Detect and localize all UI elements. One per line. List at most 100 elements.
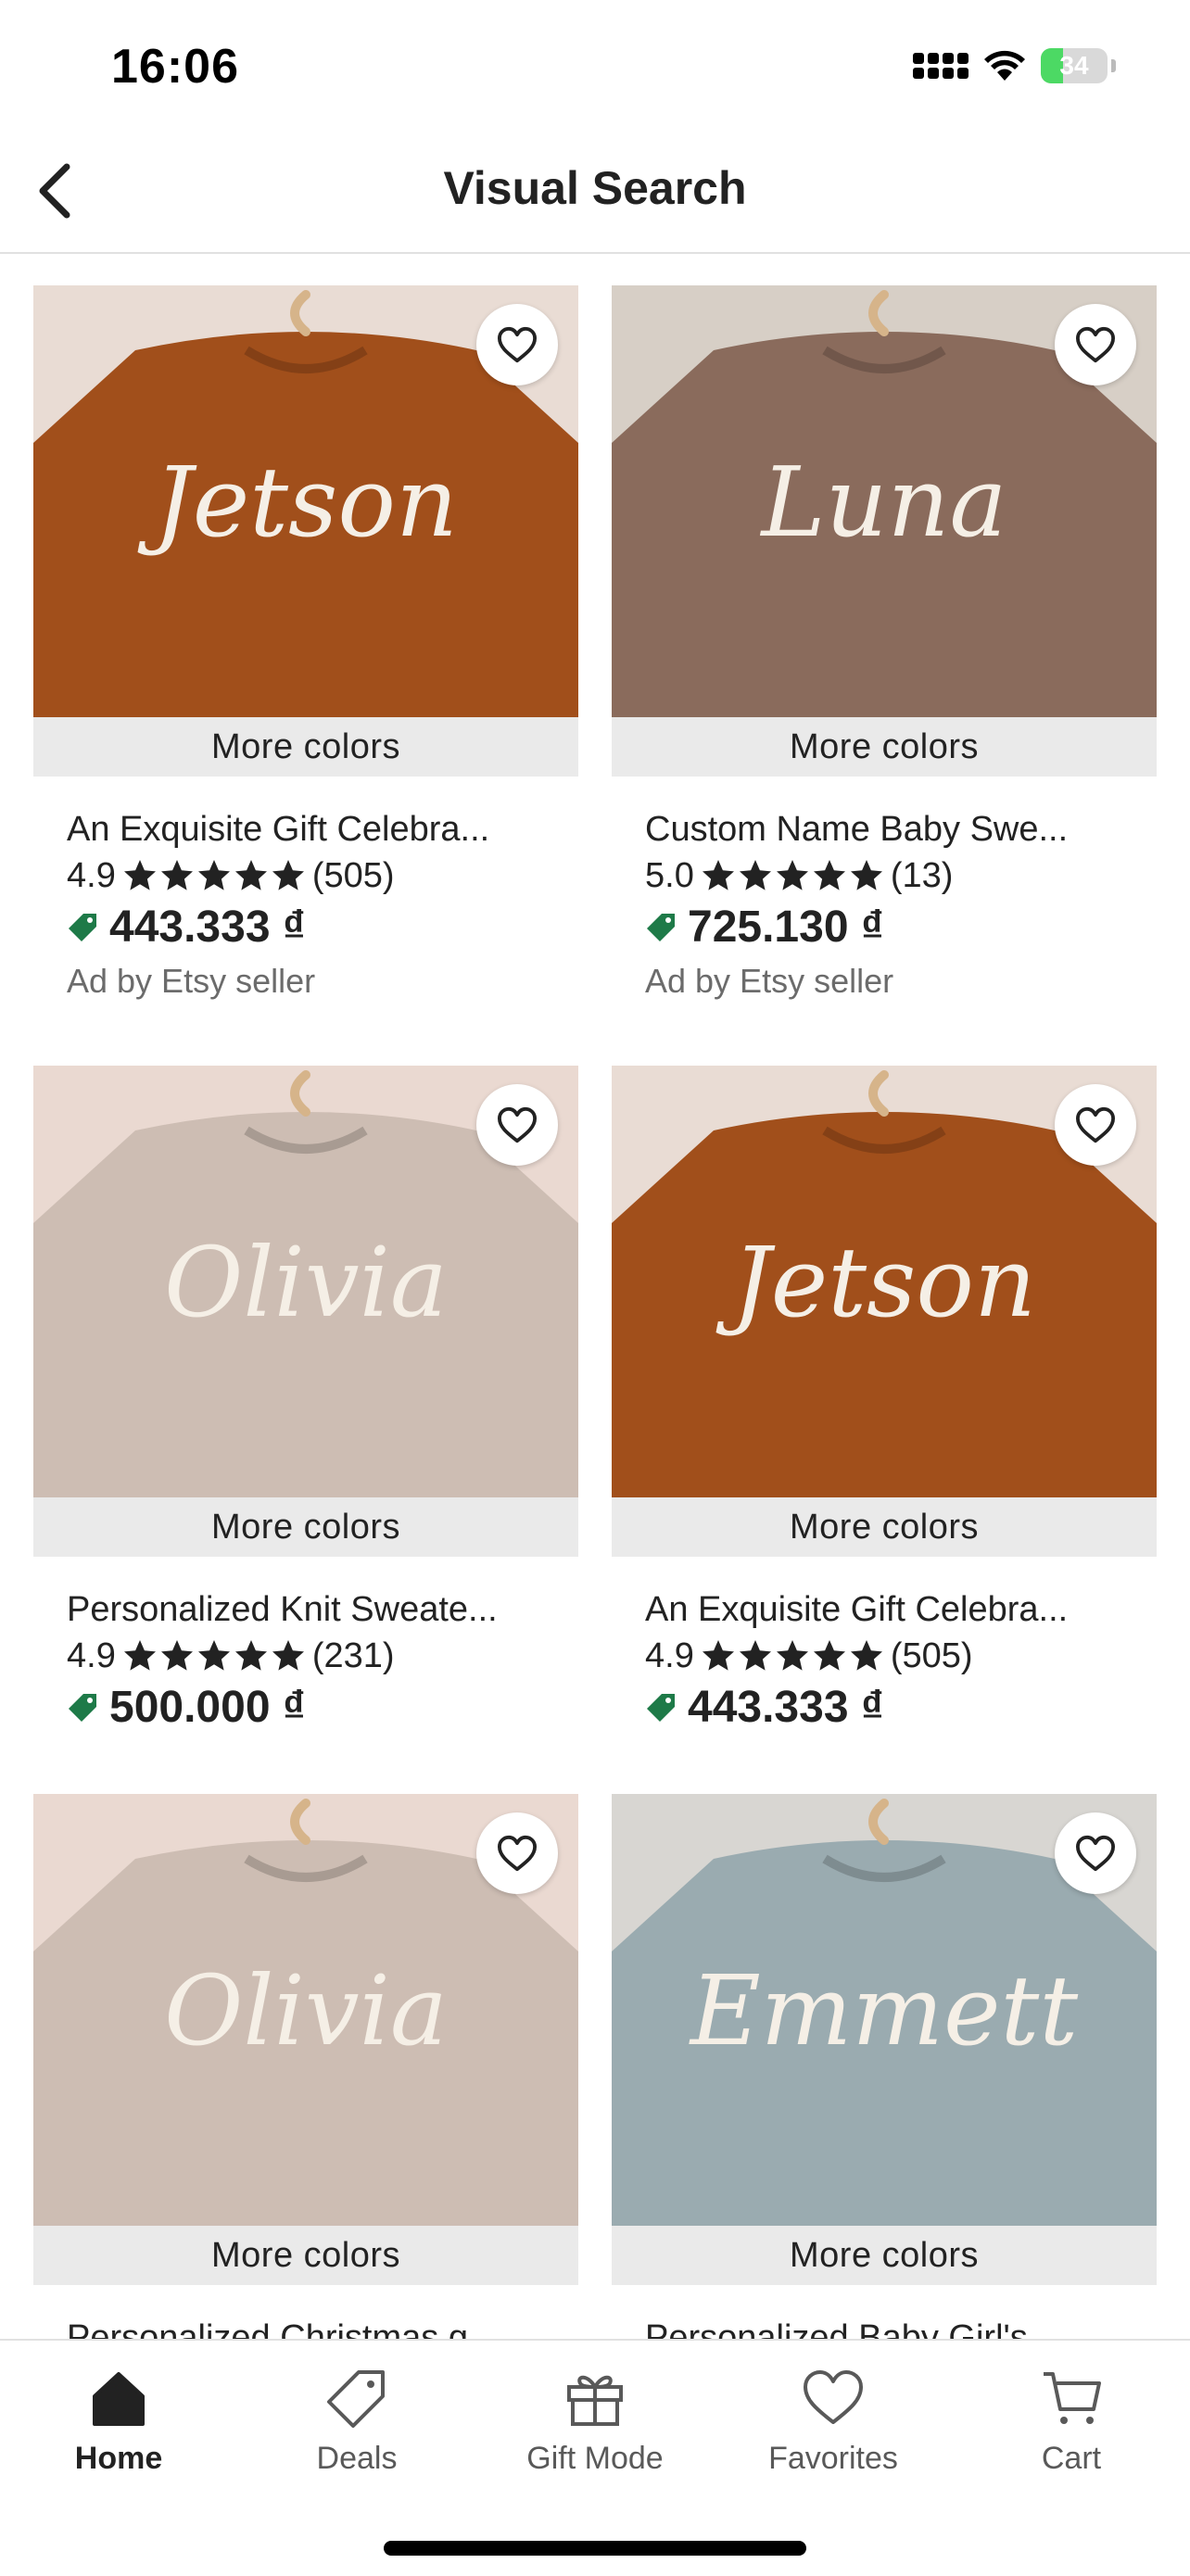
gift-icon bbox=[567, 2375, 623, 2426]
product-rating: 4.9 (505) bbox=[645, 1633, 1157, 1679]
svg-text:Olivia: Olivia bbox=[164, 1226, 448, 1339]
product-image[interactable]: Olivia bbox=[33, 1794, 578, 2226]
review-count: (505) bbox=[890, 1636, 973, 1675]
nav-item-cart[interactable]: Cart bbox=[969, 2365, 1173, 2477]
product-card[interactable]: Olivia More colors Personalized Christma… bbox=[33, 1794, 578, 2361]
nav-label-gift-mode: Gift Mode bbox=[526, 2441, 664, 2476]
more-colors-label[interactable]: More colors bbox=[33, 1497, 578, 1557]
price-tag-icon bbox=[69, 914, 96, 941]
star-icon bbox=[123, 860, 156, 890]
svg-text:Luna: Luna bbox=[759, 446, 1006, 559]
favorite-button[interactable] bbox=[1055, 1084, 1136, 1166]
price-tag-icon bbox=[647, 1694, 675, 1722]
heart-icon bbox=[804, 2370, 863, 2424]
product-image[interactable]: Luna bbox=[612, 285, 1157, 717]
nav-item-favorites[interactable]: Favorites bbox=[731, 2365, 935, 2477]
rating-value: 5.0 bbox=[645, 856, 694, 895]
svg-text:Emmett: Emmett bbox=[689, 1954, 1078, 2067]
star-icon bbox=[702, 860, 734, 890]
star-icon bbox=[160, 860, 193, 890]
product-rating: 4.9 (505) bbox=[67, 852, 578, 899]
product-info: An Exquisite Gift Celebra... 4.9 (505) 4… bbox=[33, 777, 578, 1006]
favorite-button[interactable] bbox=[476, 1084, 558, 1166]
product-image[interactable]: Emmett bbox=[612, 1794, 1157, 2226]
product-title[interactable]: An Exquisite Gift Celebra... bbox=[67, 806, 576, 852]
product-title[interactable]: An Exquisite Gift Celebra... bbox=[645, 1586, 1155, 1633]
review-count: (13) bbox=[890, 856, 954, 895]
favorite-button[interactable] bbox=[1055, 1812, 1136, 1894]
more-colors-label[interactable]: More colors bbox=[612, 2226, 1157, 2285]
product-card[interactable]: Jetson More colors An Exquisite Gift Cel… bbox=[612, 1066, 1157, 1736]
star-icon bbox=[776, 860, 808, 890]
tag-icon bbox=[327, 2370, 385, 2428]
star-icon bbox=[702, 1640, 734, 1671]
product-info: An Exquisite Gift Celebra... 4.9 (505) 4… bbox=[612, 1557, 1157, 1736]
header: Visual Search bbox=[0, 130, 1190, 254]
cellular-signal-icon bbox=[913, 53, 968, 79]
product-card[interactable]: Emmett More colors Personalized Baby Gir… bbox=[612, 1794, 1157, 2361]
product-card[interactable]: Olivia More colors Personalized Knit Swe… bbox=[33, 1066, 578, 1736]
product-card[interactable]: Luna More colors Custom Name Baby Swe...… bbox=[612, 285, 1157, 1006]
svg-text:Jetson: Jetson bbox=[137, 446, 458, 559]
star-icon bbox=[776, 1640, 808, 1671]
product-price: 443.333 ₫ bbox=[67, 899, 578, 956]
price-value: 443.333 ₫ bbox=[109, 903, 306, 952]
nav-item-deals[interactable]: Deals bbox=[255, 2365, 459, 2477]
star-icon bbox=[850, 860, 882, 890]
ad-label: Ad by Etsy seller bbox=[67, 962, 316, 1000]
heart-icon bbox=[1075, 326, 1115, 363]
star-icon bbox=[739, 860, 771, 890]
review-count: (231) bbox=[311, 1636, 395, 1675]
heart-icon bbox=[1075, 1106, 1115, 1143]
svg-text:Jetson: Jetson bbox=[715, 1226, 1036, 1339]
more-colors-label[interactable]: More colors bbox=[33, 2226, 578, 2285]
more-colors-label[interactable]: More colors bbox=[612, 1497, 1157, 1557]
nav-label-favorites: Favorites bbox=[768, 2441, 898, 2476]
product-image[interactable]: Jetson bbox=[612, 1066, 1157, 1497]
home-indicator bbox=[384, 2541, 806, 2556]
favorite-button[interactable] bbox=[476, 1812, 558, 1894]
star-icon bbox=[197, 860, 230, 890]
battery-label: 34 bbox=[1059, 51, 1089, 80]
price-value: 500.000 ₫ bbox=[109, 1683, 306, 1732]
nav-item-gift-mode[interactable]: Gift Mode bbox=[493, 2365, 697, 2477]
wifi-icon bbox=[984, 50, 1025, 81]
star-icon bbox=[160, 1640, 193, 1671]
battery-tip bbox=[1111, 59, 1116, 72]
product-info: Personalized Knit Sweate... 4.9 (231) 50… bbox=[33, 1557, 578, 1736]
star-icon bbox=[850, 1640, 882, 1671]
product-rating: 4.9 (231) bbox=[67, 1633, 578, 1679]
favorite-button[interactable] bbox=[1055, 304, 1136, 385]
star-icon bbox=[234, 1640, 267, 1671]
nav-item-home[interactable]: Home bbox=[17, 2365, 221, 2477]
product-price: 500.000 ₫ bbox=[67, 1679, 578, 1736]
product-image[interactable]: Jetson bbox=[33, 285, 578, 717]
rating-stars bbox=[121, 1637, 307, 1674]
star-icon bbox=[234, 860, 267, 890]
more-colors-label[interactable]: More colors bbox=[33, 717, 578, 777]
product-card[interactable]: Jetson More colors An Exquisite Gift Cel… bbox=[33, 285, 578, 1006]
battery-icon: 34 bbox=[1041, 48, 1108, 83]
product-title[interactable]: Custom Name Baby Swe... bbox=[645, 806, 1155, 852]
more-colors-label[interactable]: More colors bbox=[612, 717, 1157, 777]
review-count: (505) bbox=[311, 856, 395, 895]
bottom-nav: Home Deals Gift Mode Favorites Cart bbox=[0, 2339, 1190, 2576]
star-icon bbox=[739, 1640, 771, 1671]
heart-icon bbox=[498, 1106, 537, 1143]
home-icon bbox=[93, 2372, 145, 2426]
star-icon bbox=[272, 1640, 304, 1671]
product-image[interactable]: Olivia bbox=[33, 1066, 578, 1497]
status-bar: 16:06 34 bbox=[0, 0, 1190, 130]
cart-icon bbox=[1044, 2372, 1101, 2424]
status-icons: 34 bbox=[913, 48, 1116, 83]
heart-icon bbox=[498, 326, 537, 363]
ad-label: Ad by Etsy seller bbox=[645, 962, 894, 1000]
price-tag-icon bbox=[69, 1694, 96, 1722]
rating-value: 4.9 bbox=[67, 1636, 116, 1675]
nav-label-cart: Cart bbox=[1041, 2441, 1102, 2476]
star-icon bbox=[813, 860, 845, 890]
heart-icon bbox=[498, 1835, 537, 1872]
product-title[interactable]: Personalized Knit Sweate... bbox=[67, 1586, 576, 1633]
star-icon bbox=[197, 1640, 230, 1671]
favorite-button[interactable] bbox=[476, 304, 558, 385]
